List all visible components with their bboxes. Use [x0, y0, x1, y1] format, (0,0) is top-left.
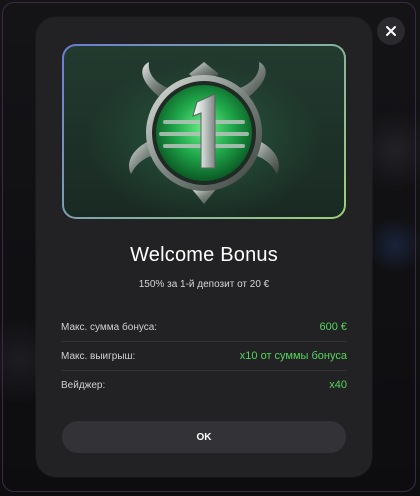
hero-background: 1 — [64, 46, 344, 217]
welcome-bonus-modal: 1 Welcome Bonus 150% за 1-й депозит от 2… — [36, 17, 372, 477]
detail-row-wager: Вейджер: x40 — [61, 371, 347, 399]
ok-button[interactable]: OK — [62, 421, 346, 453]
bonus-hero-card: 1 — [62, 44, 346, 219]
detail-row-max-win: Макс. выигрыш: x10 от суммы бонуса — [61, 342, 347, 371]
detail-label: Макс. выигрыш: — [61, 350, 136, 362]
detail-value: x40 — [329, 379, 347, 391]
detail-row-max-bonus: Макс. сумма бонуса: 600 € — [61, 313, 347, 342]
close-button[interactable] — [377, 17, 405, 45]
detail-value: x10 от суммы бонуса — [239, 350, 347, 362]
detail-label: Макс. сумма бонуса: — [61, 321, 158, 333]
modal-title: Welcome Bonus — [130, 244, 278, 266]
close-icon — [385, 25, 397, 37]
detail-label: Вейджер: — [61, 379, 106, 391]
modal-subtitle: 150% за 1-й депозит от 20 € — [138, 279, 270, 290]
medal-number-one-icon: 1 — [129, 62, 279, 204]
bonus-details: Макс. сумма бонуса: 600 € Макс. выигрыш:… — [61, 313, 347, 399]
detail-value: 600 € — [319, 321, 347, 333]
